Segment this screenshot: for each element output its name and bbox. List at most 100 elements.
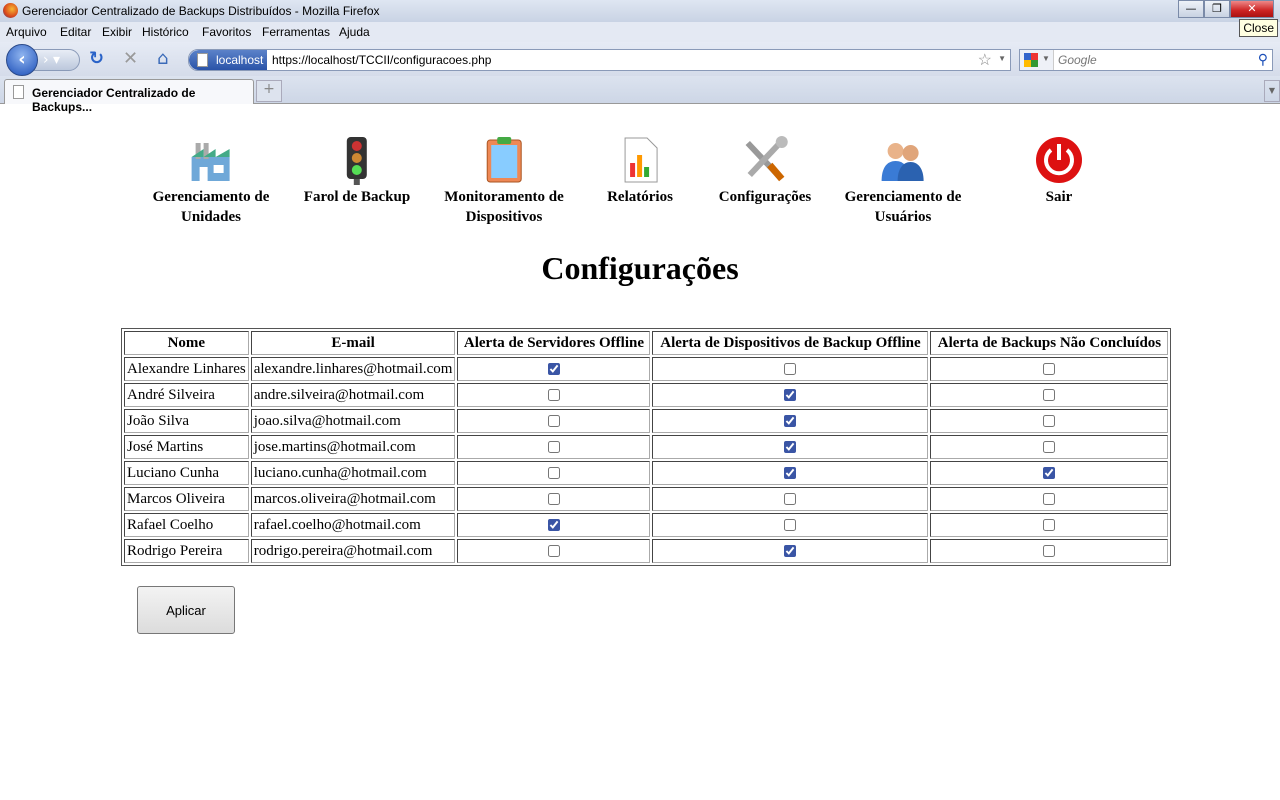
alert-checkbox-1[interactable] — [784, 545, 797, 558]
alert-checkbox-0[interactable] — [547, 441, 560, 454]
table-row: Marcos Oliveira marcos.oliveira@hotmail.c… — [124, 487, 1169, 511]
nav-label: Gerenciamento de — [152, 189, 270, 205]
alert-cell — [457, 487, 651, 511]
restore-button[interactable]: ❐ — [1204, 0, 1230, 18]
alert-checkbox-2[interactable] — [1043, 519, 1056, 532]
minimize-button[interactable]: — — [1178, 0, 1204, 18]
user-name: Marcos Oliveira — [124, 487, 249, 511]
new-tab-button[interactable]: + — [256, 80, 282, 102]
nav-gerenciamento-unidades[interactable]: Gerenciamento de Unidades — [152, 135, 270, 227]
alert-checkbox-0[interactable] — [547, 415, 560, 428]
alert-checkbox-0[interactable] — [547, 545, 560, 558]
home-icon[interactable]: ⌂ — [157, 50, 168, 68]
nav-label: Dispositivos — [465, 209, 543, 225]
clipboard-icon — [486, 137, 522, 183]
header-dispositivos-offline: Alerta de Dispositivos de Backup Offline — [652, 331, 929, 355]
menu-ajuda[interactable]: Ajuda — [339, 25, 370, 39]
alert-cell — [930, 383, 1169, 407]
header-nome: Nome — [124, 331, 249, 355]
menu-favoritos[interactable]: Favoritos — [202, 25, 251, 39]
header-servidores-offline: Alerta de Servidores Offline — [457, 331, 651, 355]
nav-farol-backup[interactable]: Farol de Backup — [304, 135, 410, 207]
alert-checkbox-0[interactable] — [547, 363, 560, 376]
alert-checkbox-2[interactable] — [1043, 363, 1056, 376]
menu-arquivo[interactable]: Arquivo — [6, 25, 47, 39]
history-dropdown-icon[interactable]: ▼ — [998, 54, 1006, 63]
site-identity-button[interactable]: localhost — [189, 50, 267, 70]
url-text: https://localhost/TCCII/configuracoes.ph… — [272, 53, 492, 67]
alert-checkbox-0[interactable] — [547, 493, 560, 506]
nav-label: Configurações — [718, 189, 812, 205]
alert-checkbox-0[interactable] — [547, 389, 560, 402]
alert-cell — [457, 435, 651, 459]
alert-checkbox-1[interactable] — [784, 389, 797, 402]
identity-label: localhost — [216, 53, 264, 67]
user-email: joao.silva@hotmail.com — [250, 409, 456, 433]
nav-relatorios[interactable]: Relatórios — [607, 135, 673, 207]
alert-checkbox-1[interactable] — [784, 441, 797, 454]
tools-icon — [745, 136, 788, 182]
user-name: Luciano Cunha — [124, 461, 249, 485]
menu-ferramentas[interactable]: Ferramentas — [262, 25, 330, 39]
nav-label: Unidades — [180, 209, 242, 225]
alert-checkbox-2[interactable] — [1043, 441, 1056, 454]
back-button[interactable]: ‹ — [6, 44, 38, 76]
nav-label: Monitoramento de — [444, 189, 564, 205]
table-row: José Martins jose.martins@hotmail.com — [124, 435, 1169, 459]
nav-sair[interactable]: Sair — [1034, 135, 1084, 207]
users-icon — [882, 143, 924, 181]
address-bar[interactable]: localhost https://localhost/TCCII/config… — [188, 49, 1011, 71]
nav-gerenciamento-usuarios[interactable]: Gerenciamento de Usuários — [844, 135, 962, 227]
user-email: jose.martins@hotmail.com — [250, 435, 456, 459]
menu-exibir[interactable]: Exibir — [102, 25, 132, 39]
close-button[interactable]: ✕ — [1230, 0, 1274, 18]
alert-cell — [652, 435, 929, 459]
alert-checkbox-2[interactable] — [1043, 545, 1056, 558]
traffic-light-icon — [347, 137, 367, 185]
bookmark-star-icon[interactable]: ☆ — [978, 50, 992, 70]
apply-button[interactable]: Aplicar — [137, 586, 235, 634]
factory-icon — [192, 143, 230, 181]
alert-cell — [930, 539, 1169, 563]
alert-checkbox-1[interactable] — [784, 493, 797, 506]
alert-cell — [652, 487, 929, 511]
alert-cell — [457, 383, 651, 407]
page-icon — [197, 53, 208, 67]
nav-monitoramento-dispositivos[interactable]: Monitoramento de Dispositivos — [444, 135, 564, 227]
forward-button[interactable]: › ▾ — [34, 49, 80, 71]
tab-bar: Gerenciador Centralizado de Backups... +… — [0, 76, 1280, 114]
nav-label: Gerenciamento de — [844, 189, 962, 205]
alert-checkbox-2[interactable] — [1043, 467, 1056, 480]
alert-checkbox-1[interactable] — [784, 415, 797, 428]
alert-checkbox-1[interactable] — [784, 467, 797, 480]
header-email: E-mail — [250, 331, 456, 355]
tab-active[interactable]: Gerenciador Centralizado de Backups... — [4, 79, 254, 114]
alert-checkbox-1[interactable] — [784, 363, 797, 376]
alert-checkbox-0[interactable] — [547, 519, 560, 532]
user-name: Rafael Coelho — [124, 513, 249, 537]
nav-label: Farol de Backup — [303, 189, 411, 205]
reload-icon[interactable]: ↻ — [89, 50, 104, 68]
user-email: rafael.coelho@hotmail.com — [250, 513, 456, 537]
alert-checkbox-0[interactable] — [547, 467, 560, 480]
stop-icon[interactable]: ✕ — [123, 50, 138, 68]
power-icon — [1036, 137, 1082, 183]
menu-historico[interactable]: Histórico — [142, 25, 189, 39]
user-name: Alexandre Linhares — [124, 357, 249, 381]
alert-cell — [652, 357, 929, 381]
alert-cell — [457, 357, 651, 381]
search-icon[interactable]: ⚲ — [1258, 51, 1268, 68]
menu-bar: Arquivo Editar Exibir Histórico Favorito… — [0, 22, 1280, 42]
nav-configuracoes[interactable]: Configurações — [718, 135, 812, 207]
alert-checkbox-2[interactable] — [1043, 415, 1056, 428]
page-icon — [13, 85, 24, 99]
alert-checkbox-1[interactable] — [784, 519, 797, 532]
search-engine-button[interactable]: ▼ — [1020, 50, 1054, 70]
menu-editar[interactable]: Editar — [60, 25, 91, 39]
nav-label: Relatórios — [607, 189, 673, 205]
alert-checkbox-2[interactable] — [1043, 389, 1056, 402]
list-tabs-button[interactable]: ▼ — [1264, 80, 1280, 102]
search-box[interactable]: ▼ Google ⚲ — [1019, 49, 1273, 71]
alert-checkbox-2[interactable] — [1043, 493, 1056, 506]
alerts-table: Nome E-mail Alerta de Servidores Offline… — [121, 328, 1172, 566]
